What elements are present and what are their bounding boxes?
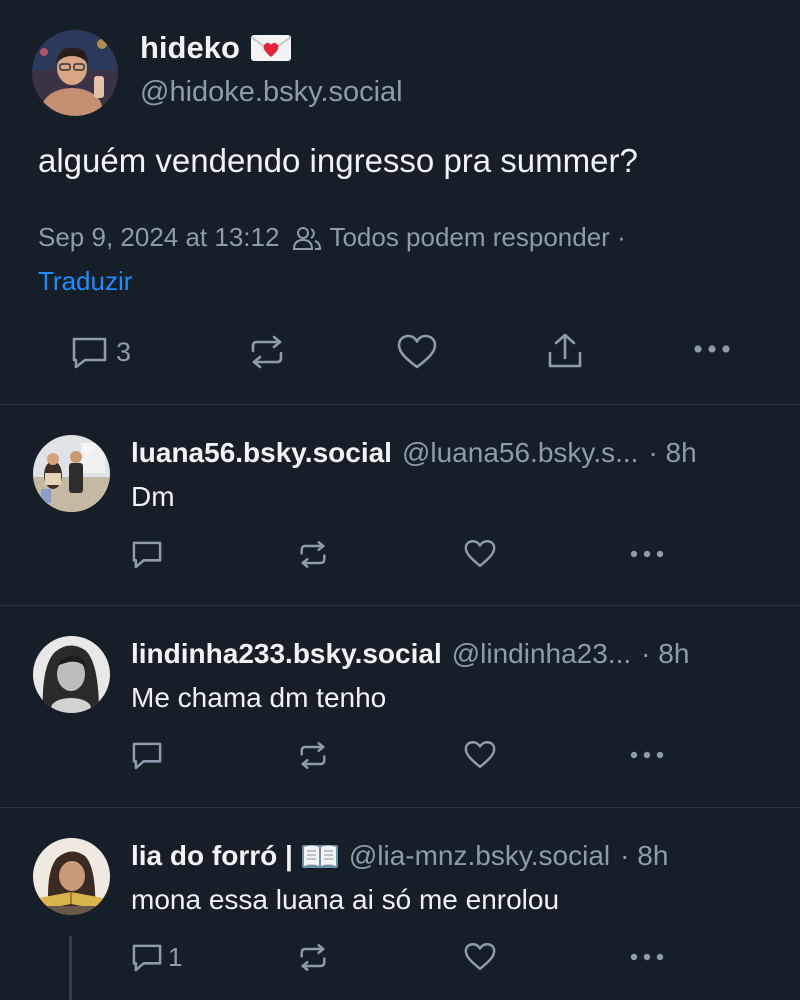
post-action-bar: 3	[0, 326, 800, 376]
repost-arrows-icon	[297, 539, 329, 570]
more-options-button[interactable]	[630, 750, 664, 760]
more-dots-icon	[630, 549, 664, 559]
translate-link[interactable]: Traduzir	[38, 266, 132, 297]
repost-button[interactable]	[247, 334, 287, 370]
reply-button[interactable]: 3	[70, 334, 131, 370]
share-upload-icon	[546, 331, 584, 371]
post-text: alguém vendendo ingresso pra summer?	[38, 142, 638, 179]
reply-button[interactable]	[131, 539, 164, 570]
reply-author-name[interactable]: lia do forró |	[131, 840, 339, 872]
reply-author-name[interactable]: luana56.bsky.social	[131, 437, 392, 469]
repost-arrows-icon	[297, 740, 329, 771]
like-button[interactable]	[463, 739, 497, 770]
reply-text: mona essa luana ai só me enrolou	[131, 884, 560, 915]
heart-icon	[463, 538, 497, 569]
like-button[interactable]	[396, 333, 438, 371]
people-icon	[291, 224, 323, 252]
reply-post[interactable]: lia do forró | @lia-mnz.bsky.social · 8h…	[0, 808, 800, 1000]
more-dots-icon	[630, 750, 664, 760]
reply-count: 1	[168, 942, 183, 972]
reply-avatar[interactable]	[33, 838, 110, 915]
love-letter-envelope-icon	[250, 33, 292, 63]
repost-arrows-icon	[247, 334, 287, 370]
reply-post[interactable]: lindinha233.bsky.social @lindinha23... ·…	[0, 606, 800, 806]
share-button[interactable]	[546, 331, 584, 371]
reply-time: · 8h	[641, 638, 690, 669]
reply-author-name-text: lia do forró |	[131, 840, 293, 871]
author-name[interactable]: hideko	[140, 30, 292, 66]
reply-count: 3	[116, 336, 132, 367]
repost-button[interactable]	[297, 740, 329, 771]
reply-author-name[interactable]: lindinha233.bsky.social	[131, 638, 442, 670]
post-meta: Sep 9, 2024 at 13:12 Todos podem respond…	[38, 222, 626, 253]
reply-time: · 8h	[648, 437, 697, 468]
reply-action-bar	[0, 535, 800, 575]
like-button[interactable]	[463, 941, 497, 972]
heart-icon	[463, 739, 497, 770]
author-avatar[interactable]	[32, 30, 118, 116]
more-options-button[interactable]	[630, 549, 664, 559]
more-options-button[interactable]	[693, 343, 731, 355]
speech-bubble-icon	[131, 740, 164, 771]
reply-text: Me chama dm tenho	[131, 682, 387, 713]
reply-author-handle[interactable]: @lia-mnz.bsky.social	[349, 840, 610, 872]
reply-button[interactable]	[131, 740, 164, 771]
reply-text: Dm	[131, 481, 175, 512]
more-dots-icon	[630, 952, 664, 962]
heart-icon	[463, 941, 497, 972]
open-book-icon	[301, 842, 339, 870]
author-name-text: hideko	[140, 30, 240, 65]
reply-button[interactable]: 1	[131, 942, 182, 973]
more-dots-icon	[693, 343, 731, 355]
reply-setting[interactable]: Todos podem responder ·	[329, 222, 625, 253]
post-timestamp: Sep 9, 2024 at 13:12	[38, 222, 280, 252]
speech-bubble-icon	[131, 942, 164, 973]
repost-button[interactable]	[297, 539, 329, 570]
main-post: hideko @hidoke.bsky.social alguém venden…	[0, 0, 800, 404]
repost-button[interactable]	[297, 942, 329, 973]
reply-action-bar	[0, 736, 800, 776]
reply-time: · 8h	[620, 840, 669, 871]
reply-avatar[interactable]	[33, 636, 110, 713]
reply-author-handle[interactable]: @luana56.bsky.s...	[402, 437, 638, 469]
reply-avatar[interactable]	[33, 435, 110, 512]
reply-post[interactable]: luana56.bsky.social @luana56.bsky.s... ·…	[0, 405, 800, 605]
reply-author-handle[interactable]: @lindinha23...	[452, 638, 631, 670]
like-button[interactable]	[463, 538, 497, 569]
reply-action-bar: 1	[0, 938, 800, 978]
author-handle[interactable]: @hidoke.bsky.social	[140, 76, 403, 109]
speech-bubble-icon	[131, 539, 164, 570]
more-options-button[interactable]	[630, 952, 664, 962]
heart-icon	[396, 333, 438, 371]
speech-bubble-icon	[70, 334, 110, 370]
repost-arrows-icon	[297, 942, 329, 973]
